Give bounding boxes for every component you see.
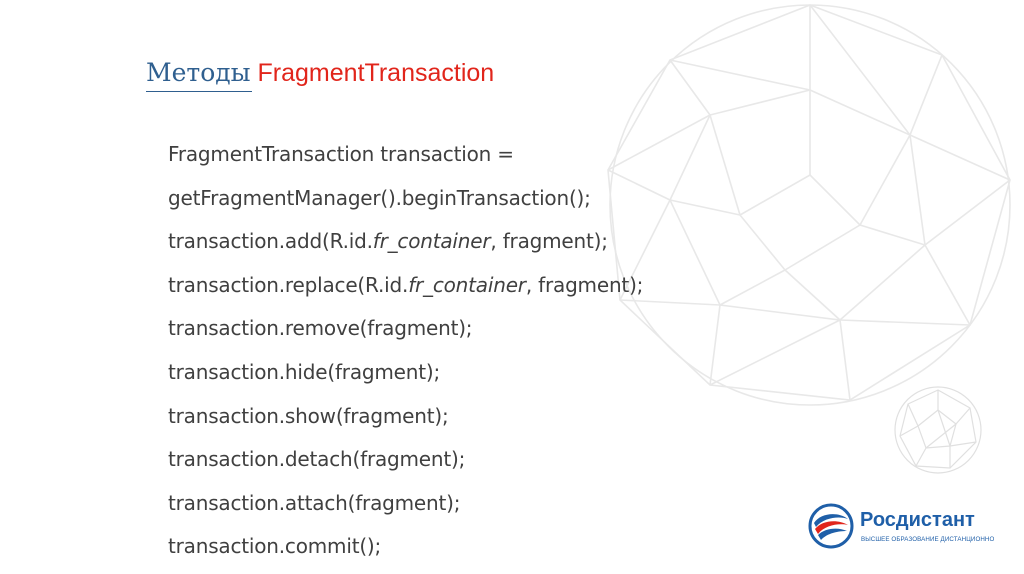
rosdistant-logo-icon bbox=[808, 503, 854, 549]
code-line: transaction.add(R.id.fr_container, fragm… bbox=[168, 220, 643, 264]
code-line: transaction.hide(fragment); bbox=[168, 351, 643, 395]
slide-title-prefix: Методы bbox=[146, 58, 251, 87]
code-italic: fr_container bbox=[372, 229, 491, 254]
rosdistant-logo: Росдистант ВЫСШЕЕ ОБРАЗОВАНИЕ ДИСТАНЦИОН… bbox=[808, 503, 998, 553]
code-line: transaction.commit(); bbox=[168, 525, 643, 569]
code-text: transaction.replace(R.id. bbox=[168, 272, 409, 297]
rosdistant-logo-name: Росдистант bbox=[860, 509, 975, 531]
small-geodesic-sphere bbox=[894, 386, 982, 474]
code-text: transaction.detach(fragment); bbox=[168, 447, 466, 472]
slide: Методы FragmentTransaction FragmentTrans… bbox=[0, 0, 1024, 574]
slide-title-suffix: FragmentTransaction bbox=[257, 59, 495, 87]
code-line: transaction.replace(R.id.fr_container, f… bbox=[168, 264, 643, 308]
code-text-after: , fragment); bbox=[525, 272, 644, 297]
rosdistant-logo-tagline: ВЫСШЕЕ ОБРАЗОВАНИЕ ДИСТАНЦИОННО bbox=[861, 536, 995, 543]
code-text-after: , fragment); bbox=[490, 229, 608, 254]
code-text: transaction.add(R.id. bbox=[168, 229, 373, 254]
code-text: getFragmentManager().beginTransaction(); bbox=[168, 185, 591, 210]
code-text: transaction.attach(fragment); bbox=[168, 490, 461, 515]
code-line: transaction.detach(fragment); bbox=[168, 438, 643, 482]
code-text: transaction.remove(fragment); bbox=[168, 316, 473, 341]
code-text: FragmentTransaction transaction = bbox=[168, 142, 514, 166]
code-line: transaction.remove(fragment); bbox=[168, 307, 643, 351]
code-line: getFragmentManager().beginTransaction(); bbox=[168, 177, 643, 221]
code-italic: fr_container bbox=[408, 272, 526, 297]
slide-title: Методы FragmentTransaction bbox=[146, 58, 494, 88]
code-text: transaction.show(fragment); bbox=[168, 403, 449, 428]
code-line: transaction.attach(fragment); bbox=[168, 482, 643, 526]
code-line: transaction.show(fragment); bbox=[168, 395, 643, 439]
code-line: FragmentTransaction transaction = bbox=[168, 133, 643, 177]
title-underline bbox=[146, 91, 252, 92]
code-text: transaction.hide(fragment); bbox=[168, 359, 441, 384]
code-text: transaction.commit(); bbox=[168, 534, 382, 559]
code-list: FragmentTransaction transaction = getFra… bbox=[168, 133, 643, 569]
